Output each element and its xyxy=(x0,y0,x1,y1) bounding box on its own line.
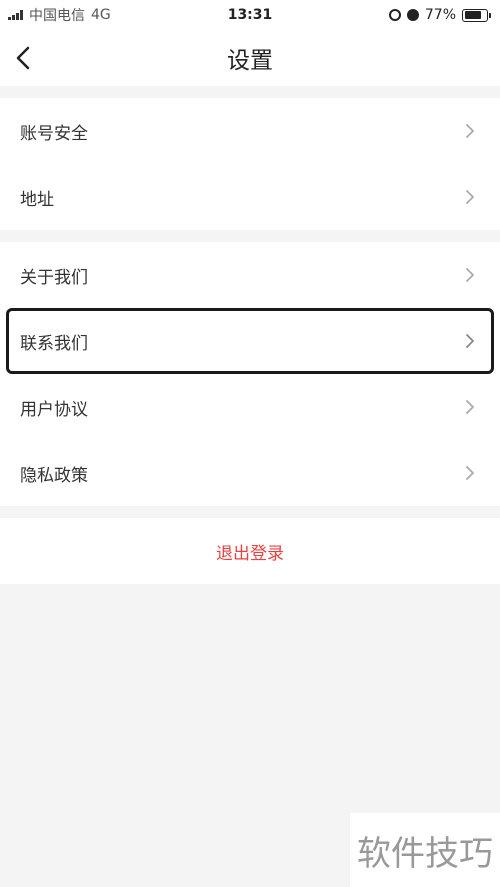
status-bar-right: 77% xyxy=(388,7,491,23)
battery-percent: 77% xyxy=(424,7,456,23)
alarm-icon xyxy=(406,9,419,21)
page-title: 设置 xyxy=(227,48,273,74)
battery-icon xyxy=(462,8,491,22)
row-label: 用户协议 xyxy=(20,399,88,420)
contact-us-row[interactable]: 联系我们 xyxy=(6,308,494,374)
address-row[interactable]: 地址 xyxy=(0,164,500,230)
chevron-right-icon xyxy=(462,399,478,415)
status-bar-left: 中国电信 4G xyxy=(8,5,111,25)
signal-icon xyxy=(8,10,23,20)
about-us-row[interactable]: 关于我们 xyxy=(0,242,500,308)
chevron-right-icon xyxy=(462,123,478,139)
logout-button[interactable]: 退出登录 xyxy=(0,518,500,584)
user-agreement-row[interactable]: 用户协议 xyxy=(0,374,500,440)
row-label: 关于我们 xyxy=(20,267,88,288)
chevron-left-icon xyxy=(16,46,30,70)
row-label: 联系我们 xyxy=(20,333,88,354)
chevron-right-icon xyxy=(462,267,478,283)
row-label: 地址 xyxy=(20,189,54,210)
back-button[interactable] xyxy=(8,42,40,74)
chevron-right-icon xyxy=(462,465,478,481)
watermark: 软件技巧 xyxy=(350,813,500,887)
carrier-label: 中国电信 xyxy=(29,8,85,24)
row-label: 隐私政策 xyxy=(20,465,88,486)
privacy-policy-row[interactable]: 隐私政策 xyxy=(0,440,500,506)
row-label: 账号安全 xyxy=(20,123,88,144)
account-security-row[interactable]: 账号安全 xyxy=(0,98,500,164)
chevron-right-icon xyxy=(462,189,478,205)
rotation-lock-icon xyxy=(388,9,401,21)
chevron-right-icon xyxy=(462,333,478,349)
network-label: 4G xyxy=(91,7,111,23)
status-bar: 中国电信 4G 13:31 77% xyxy=(0,0,500,30)
nav-bar: 设置 xyxy=(0,30,500,86)
account-settings-group: 账号安全 地址 xyxy=(0,98,500,230)
about-group: 关于我们 联系我们 用户协议 隐私政策 xyxy=(0,242,500,506)
